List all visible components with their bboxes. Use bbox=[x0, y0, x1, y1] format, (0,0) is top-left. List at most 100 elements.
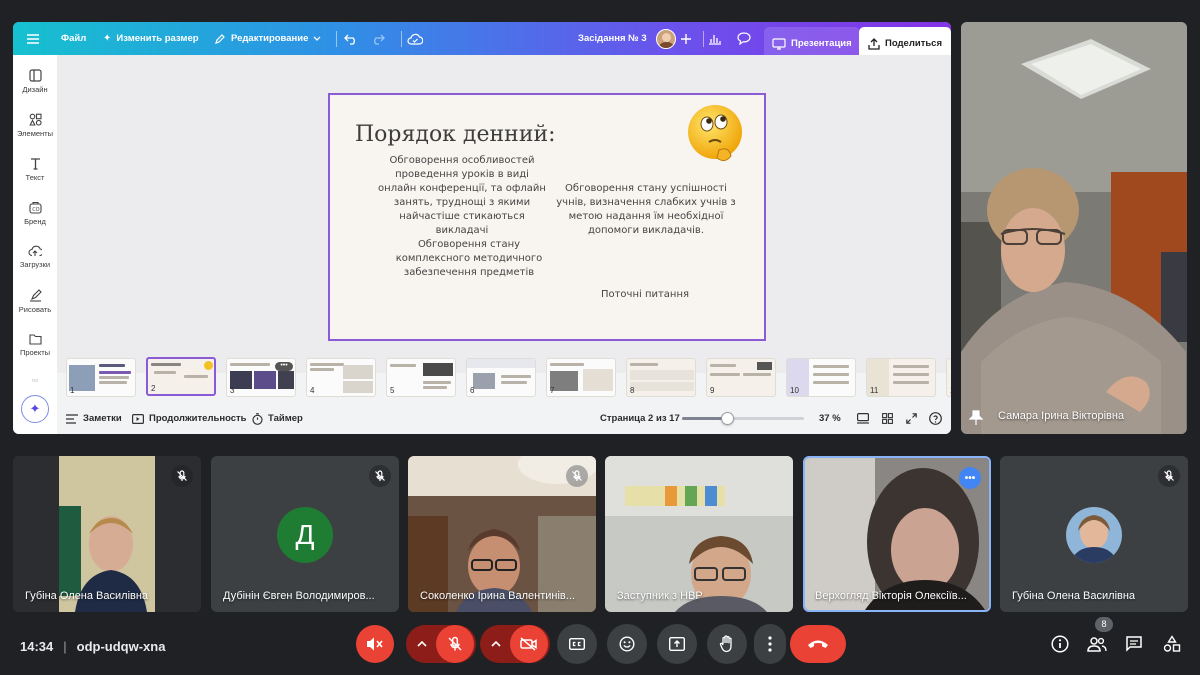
page-view-button[interactable] bbox=[857, 403, 869, 434]
speaker-mute-button[interactable] bbox=[356, 625, 394, 663]
participant-tile-active[interactable]: ••• Верхогляд Вікторія Олексіїв... bbox=[803, 456, 991, 612]
chevron-up-icon bbox=[417, 641, 427, 647]
participant-tile[interactable]: Заступник з НВР bbox=[605, 456, 793, 612]
people-icon bbox=[1087, 637, 1107, 652]
add-collaborator-button[interactable] bbox=[681, 22, 691, 55]
draw-icon bbox=[29, 289, 42, 302]
page-indicator[interactable]: Страница 2 из 17 bbox=[600, 403, 680, 434]
rail-item-text[interactable]: Текст bbox=[13, 157, 57, 182]
slide-thumbnail-11[interactable]: 11 bbox=[866, 358, 936, 397]
pin-icon[interactable] bbox=[969, 410, 983, 426]
participant-tile[interactable]: Соколенко Ірина Валентинів... bbox=[408, 456, 596, 612]
mic-off-icon bbox=[448, 636, 462, 651]
help-button[interactable] bbox=[929, 403, 942, 434]
notes-button[interactable]: Заметки bbox=[66, 403, 122, 434]
rail-item-design[interactable]: Дизайн bbox=[13, 69, 57, 94]
zoom-slider-handle[interactable] bbox=[721, 412, 734, 425]
collaborator-avatar[interactable] bbox=[656, 22, 676, 55]
meeting-code[interactable]: odp-udqw-xna bbox=[77, 639, 166, 654]
rail-item-brand[interactable]: CO Бренд bbox=[13, 201, 57, 226]
fullscreen-button[interactable] bbox=[906, 403, 917, 434]
captions-button[interactable] bbox=[557, 624, 597, 664]
cloud-save-button[interactable] bbox=[407, 22, 423, 55]
speaker-video-feed bbox=[961, 22, 1187, 434]
share-label: Поделиться bbox=[885, 38, 943, 49]
grid-view-button[interactable] bbox=[882, 403, 893, 434]
rail-item-uploads[interactable]: Загрузки bbox=[13, 245, 57, 269]
slide-thumbnail-7[interactable]: 7 bbox=[546, 358, 616, 397]
participant-tile[interactable]: Губіна Олена Василівна bbox=[1000, 456, 1188, 612]
hand-icon bbox=[719, 635, 732, 653]
magic-assistant-button[interactable]: ✦ bbox=[21, 395, 49, 423]
reactions-button[interactable] bbox=[607, 624, 647, 664]
current-slide[interactable]: Порядок денний: Обговорення особливостей… bbox=[328, 93, 766, 341]
zoom-level[interactable]: 37 % bbox=[819, 403, 841, 434]
resize-button[interactable]: ✦ Изменить размер bbox=[103, 22, 199, 55]
present-screen-button[interactable] bbox=[657, 624, 697, 664]
slide-canvas-area[interactable]: Порядок денний: Обговорення особливостей… bbox=[57, 55, 951, 373]
slide-thumbnail-10[interactable]: 10 bbox=[786, 358, 856, 397]
rail-label: Текст bbox=[25, 173, 45, 182]
slide-thumbnail-2[interactable]: 2 bbox=[146, 357, 216, 396]
rail-item-elements[interactable]: Элементы bbox=[13, 113, 57, 138]
notes-label: Заметки bbox=[83, 413, 122, 424]
slide-thumbnail-6[interactable]: 6 bbox=[466, 358, 536, 397]
more-options-icon[interactable]: ••• bbox=[959, 467, 981, 489]
slide-thumbnail-1[interactable]: 1 bbox=[66, 358, 136, 397]
rail-item-projects[interactable]: Проекты bbox=[13, 333, 57, 357]
thinking-face-icon bbox=[688, 105, 742, 162]
more-options-button[interactable] bbox=[754, 624, 786, 664]
editing-mode-dropdown[interactable]: Редактирование bbox=[214, 22, 321, 55]
thumbnail-number: 10 bbox=[790, 386, 799, 395]
agenda-item-1: Обговорення особливостей проведення урок… bbox=[378, 155, 546, 236]
slide-thumbnail-4[interactable]: 4 bbox=[306, 358, 376, 397]
resize-label: Изменить размер bbox=[116, 33, 199, 44]
folder-icon bbox=[28, 334, 42, 345]
redo-button[interactable] bbox=[371, 22, 385, 55]
muted-indicator bbox=[1158, 465, 1180, 487]
rail-label: Проекты bbox=[19, 348, 51, 357]
undo-button[interactable] bbox=[344, 22, 358, 55]
duration-button[interactable]: Продолжительность bbox=[132, 403, 247, 434]
timer-button[interactable]: Таймер bbox=[252, 403, 303, 434]
participant-tile[interactable]: Губіна Олена Василівна bbox=[13, 456, 201, 612]
slide-thumbnail-9[interactable]: 9 bbox=[706, 358, 776, 397]
hang-up-icon bbox=[808, 640, 828, 648]
thumbnail-number: 8 bbox=[630, 386, 635, 395]
chat-icon bbox=[1126, 636, 1142, 652]
raise-hand-button[interactable] bbox=[707, 624, 747, 664]
editor-bottom-bar: Заметки Продолжительность Таймер Страниц… bbox=[57, 403, 951, 434]
meeting-details-button[interactable] bbox=[1047, 631, 1073, 657]
microphone-toggle-button[interactable] bbox=[436, 625, 474, 663]
slide-thumbnails: 1 2 ••• 3 4 5 6 7 8 9 10 11 bbox=[57, 346, 951, 400]
slide-thumbnail-3[interactable]: ••• 3 bbox=[226, 358, 296, 397]
thumbnail-number: 1 bbox=[70, 386, 75, 395]
insights-button[interactable] bbox=[708, 22, 722, 55]
chat-button[interactable] bbox=[1121, 631, 1147, 657]
slide-thumbnail-8[interactable]: 8 bbox=[626, 358, 696, 397]
activities-button[interactable] bbox=[1159, 631, 1185, 657]
slide-thumbnail-12[interactable]: 12 bbox=[946, 358, 951, 397]
emoji-icon bbox=[619, 636, 635, 652]
leave-call-button[interactable] bbox=[790, 625, 846, 663]
meeting-time: 14:34 bbox=[20, 639, 54, 654]
hamburger-menu-button[interactable] bbox=[27, 22, 39, 55]
slide-thumbnail-5[interactable]: 5 bbox=[386, 358, 456, 397]
more-vert-icon bbox=[768, 636, 772, 652]
participant-tile[interactable]: Д Дубінін Євген Володимиров... bbox=[211, 456, 399, 612]
people-button[interactable]: 8 bbox=[1084, 617, 1113, 657]
participant-name: Заступник з НВР bbox=[617, 590, 703, 602]
microphone-options-button[interactable] bbox=[408, 641, 436, 647]
zoom-slider[interactable] bbox=[682, 403, 807, 434]
comments-button[interactable] bbox=[737, 22, 751, 55]
elements-icon bbox=[28, 113, 42, 126]
speaker-video-tile[interactable]: Самара Ірина Вікторівна bbox=[961, 22, 1187, 434]
file-menu[interactable]: Файл bbox=[61, 22, 86, 55]
camera-toggle-button[interactable] bbox=[510, 625, 548, 663]
document-title[interactable]: Засідання № 3 bbox=[578, 22, 647, 55]
rail-item-draw[interactable]: Рисовать bbox=[13, 289, 57, 314]
more-options-icon[interactable]: ••• bbox=[275, 362, 293, 371]
apps-more-icon[interactable]: ▫▫ bbox=[13, 375, 57, 385]
camera-options-button[interactable] bbox=[482, 641, 510, 647]
mic-off-icon bbox=[375, 470, 385, 481]
